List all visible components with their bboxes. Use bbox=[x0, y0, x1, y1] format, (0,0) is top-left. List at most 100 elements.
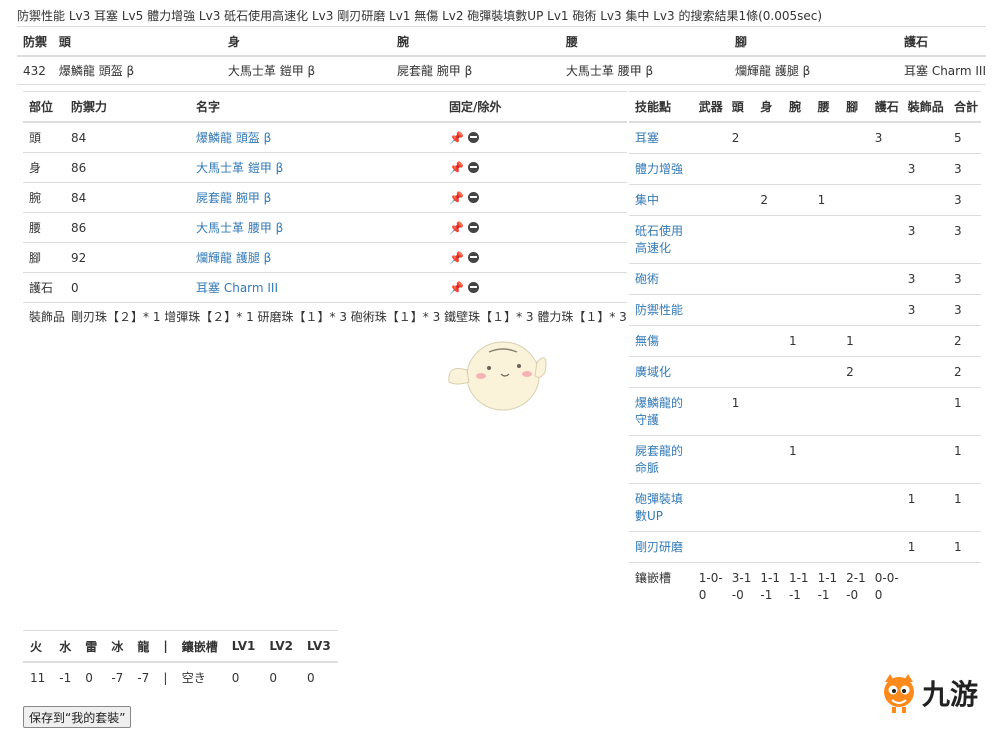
pin-icon[interactable]: 📌 bbox=[449, 161, 464, 175]
skill-name-link[interactable]: 砲術 bbox=[635, 272, 659, 286]
equipment-defense: 86 bbox=[65, 152, 191, 183]
table-row: 剛刃研磨 1 1 bbox=[629, 531, 981, 563]
summary-head-name: 爆鱗龍 頭盔 β bbox=[52, 56, 222, 85]
exclude-icon[interactable] bbox=[467, 221, 479, 233]
skills-header-arms: 腕 bbox=[782, 91, 812, 123]
equipment-name-link[interactable]: 大馬士革 腰甲 β bbox=[196, 221, 283, 235]
skill-point-cell: 3 bbox=[901, 215, 948, 264]
equipment-name-link[interactable]: 大馬士革 鎧甲 β bbox=[196, 161, 283, 175]
res-dragon: -7 bbox=[137, 670, 150, 685]
skill-point-cell: 2 bbox=[947, 356, 981, 388]
pin-icon[interactable]: 📌 bbox=[449, 131, 464, 145]
skill-rows: 耳塞 2 3 5 體力增強 3 3 集中 2 1 3 砥石使用高速化 3 3 砲術 3 3 防禦性能 3 3 無傷 1 1 2… bbox=[629, 122, 981, 563]
exclude-icon[interactable] bbox=[467, 161, 479, 173]
skill-point-cell: 3 bbox=[947, 294, 981, 326]
table-row: 腕 84 屍套龍 腕甲 β 📌 bbox=[23, 182, 627, 213]
skill-point-cell bbox=[782, 263, 812, 295]
skill-point-cell bbox=[725, 483, 755, 532]
exclude-icon[interactable] bbox=[467, 251, 479, 263]
skill-point-cell bbox=[868, 153, 902, 185]
skill-point-cell bbox=[754, 153, 783, 185]
skill-point-cell: 1 bbox=[725, 387, 755, 436]
pin-icon[interactable]: 📌 bbox=[449, 281, 464, 295]
exclude-icon[interactable] bbox=[467, 191, 479, 203]
skill-name-link[interactable]: 無傷 bbox=[635, 334, 659, 348]
skill-point-cell bbox=[692, 215, 726, 264]
res-lv3: 0 bbox=[307, 670, 315, 685]
skill-point-cell bbox=[840, 153, 869, 185]
res-ice: -7 bbox=[111, 670, 124, 685]
summary-header-arms: 腕 bbox=[390, 26, 560, 57]
equipment-name-link[interactable]: 耳塞 Charm III bbox=[196, 281, 278, 295]
skill-point-cell bbox=[901, 122, 948, 154]
equipment-defense: 84 bbox=[65, 182, 191, 213]
slots-waist: 1-1-1 bbox=[817, 571, 838, 602]
skill-point-cell bbox=[811, 263, 841, 295]
skill-point-cell bbox=[692, 356, 726, 388]
equipment-defense: 84 bbox=[65, 122, 191, 153]
summary-arms-name: 屍套龍 腕甲 β bbox=[390, 56, 560, 85]
res-header-dragon: 龍 bbox=[130, 630, 157, 663]
summary-header-charm: 護石 bbox=[898, 26, 986, 57]
res-header-thunder: 雷 bbox=[78, 630, 105, 663]
pin-icon[interactable]: 📌 bbox=[449, 191, 464, 205]
skill-point-cell bbox=[811, 215, 841, 264]
skill-point-cell bbox=[840, 294, 869, 326]
skill-name-link[interactable]: 耳塞 bbox=[635, 131, 659, 145]
resistance-table: 火 水 雷 冰 龍 | 鑲嵌槽 LV1 LV2 LV3 11 -1 0 -7 -… bbox=[23, 630, 338, 692]
skill-point-cell bbox=[754, 356, 783, 388]
skill-name-link[interactable]: 廣域化 bbox=[635, 365, 671, 379]
exclude-icon[interactable] bbox=[467, 131, 479, 143]
save-set-button[interactable]: 保存到“我的套裝” bbox=[23, 706, 132, 728]
exclude-icon[interactable] bbox=[467, 281, 479, 293]
skill-point-cell bbox=[868, 356, 902, 388]
skill-point-cell bbox=[901, 356, 948, 388]
equipment-name-link[interactable]: 爛輝龍 護腿 β bbox=[196, 251, 271, 265]
skill-point-cell bbox=[692, 122, 726, 154]
equipment-name-link[interactable]: 爆鱗龍 頭盔 β bbox=[196, 131, 271, 145]
skill-point-cell bbox=[901, 325, 948, 357]
skill-point-cell: 2 bbox=[754, 184, 783, 216]
equipment-name-link[interactable]: 屍套龍 腕甲 β bbox=[196, 191, 271, 205]
skill-point-cell bbox=[782, 483, 812, 532]
pin-icon[interactable]: 📌 bbox=[449, 251, 464, 265]
skill-point-cell bbox=[692, 184, 726, 216]
skill-point-cell bbox=[782, 184, 812, 216]
skill-point-cell bbox=[840, 531, 869, 563]
res-lv1: 0 bbox=[231, 670, 240, 685]
skill-point-cell bbox=[840, 184, 869, 216]
skill-point-cell: 1 bbox=[947, 531, 981, 563]
table-row: 無傷 1 1 2 bbox=[629, 325, 981, 357]
summary-defense-value: 432 bbox=[17, 56, 53, 85]
skill-point-cell: 1 bbox=[840, 325, 869, 357]
skill-name-link[interactable]: 砥石使用高速化 bbox=[635, 224, 683, 255]
table-row: 砲術 3 3 bbox=[629, 263, 981, 295]
skill-point-cell bbox=[754, 215, 783, 264]
skill-name-link[interactable]: 爆鱗龍的守護 bbox=[635, 396, 683, 427]
skill-name-link[interactable]: 集中 bbox=[635, 193, 659, 207]
skill-point-cell bbox=[725, 294, 755, 326]
skill-point-cell bbox=[868, 387, 902, 436]
equipment-header-defense: 防禦力 bbox=[65, 91, 191, 123]
skill-point-cell bbox=[840, 122, 869, 154]
skill-point-cell bbox=[811, 122, 841, 154]
skill-point-cell bbox=[868, 435, 902, 484]
skill-point-cell bbox=[692, 153, 726, 185]
skill-name-link[interactable]: 砲彈裝填數UP bbox=[635, 492, 683, 523]
skill-point-cell bbox=[692, 435, 726, 484]
resistance-values-row: 11 -1 0 -7 -7 | 空き 0 0 0 bbox=[23, 662, 338, 692]
skill-name-link[interactable]: 防禦性能 bbox=[635, 303, 683, 317]
mascot-illustration bbox=[448, 341, 547, 411]
pin-icon[interactable]: 📌 bbox=[449, 221, 464, 235]
skill-point-cell bbox=[840, 263, 869, 295]
res-separator: | bbox=[163, 670, 168, 685]
skill-name-link[interactable]: 剛刃研磨 bbox=[635, 540, 683, 554]
table-row: 護石 0 耳塞 Charm III 📌 bbox=[23, 272, 627, 303]
res-header-lv1: LV1 bbox=[224, 630, 263, 663]
res-header-separator: | bbox=[156, 630, 175, 663]
skill-point-cell: 2 bbox=[725, 122, 755, 154]
skill-name-link[interactable]: 屍套龍的命脈 bbox=[635, 444, 683, 475]
skill-name-link[interactable]: 體力增強 bbox=[635, 162, 683, 176]
table-row: 防禦性能 3 3 bbox=[629, 294, 981, 326]
summary-row: 432 爆鱗龍 頭盔 β 大馬士革 鎧甲 β 屍套龍 腕甲 β 大馬士革 腰甲 … bbox=[17, 56, 986, 85]
